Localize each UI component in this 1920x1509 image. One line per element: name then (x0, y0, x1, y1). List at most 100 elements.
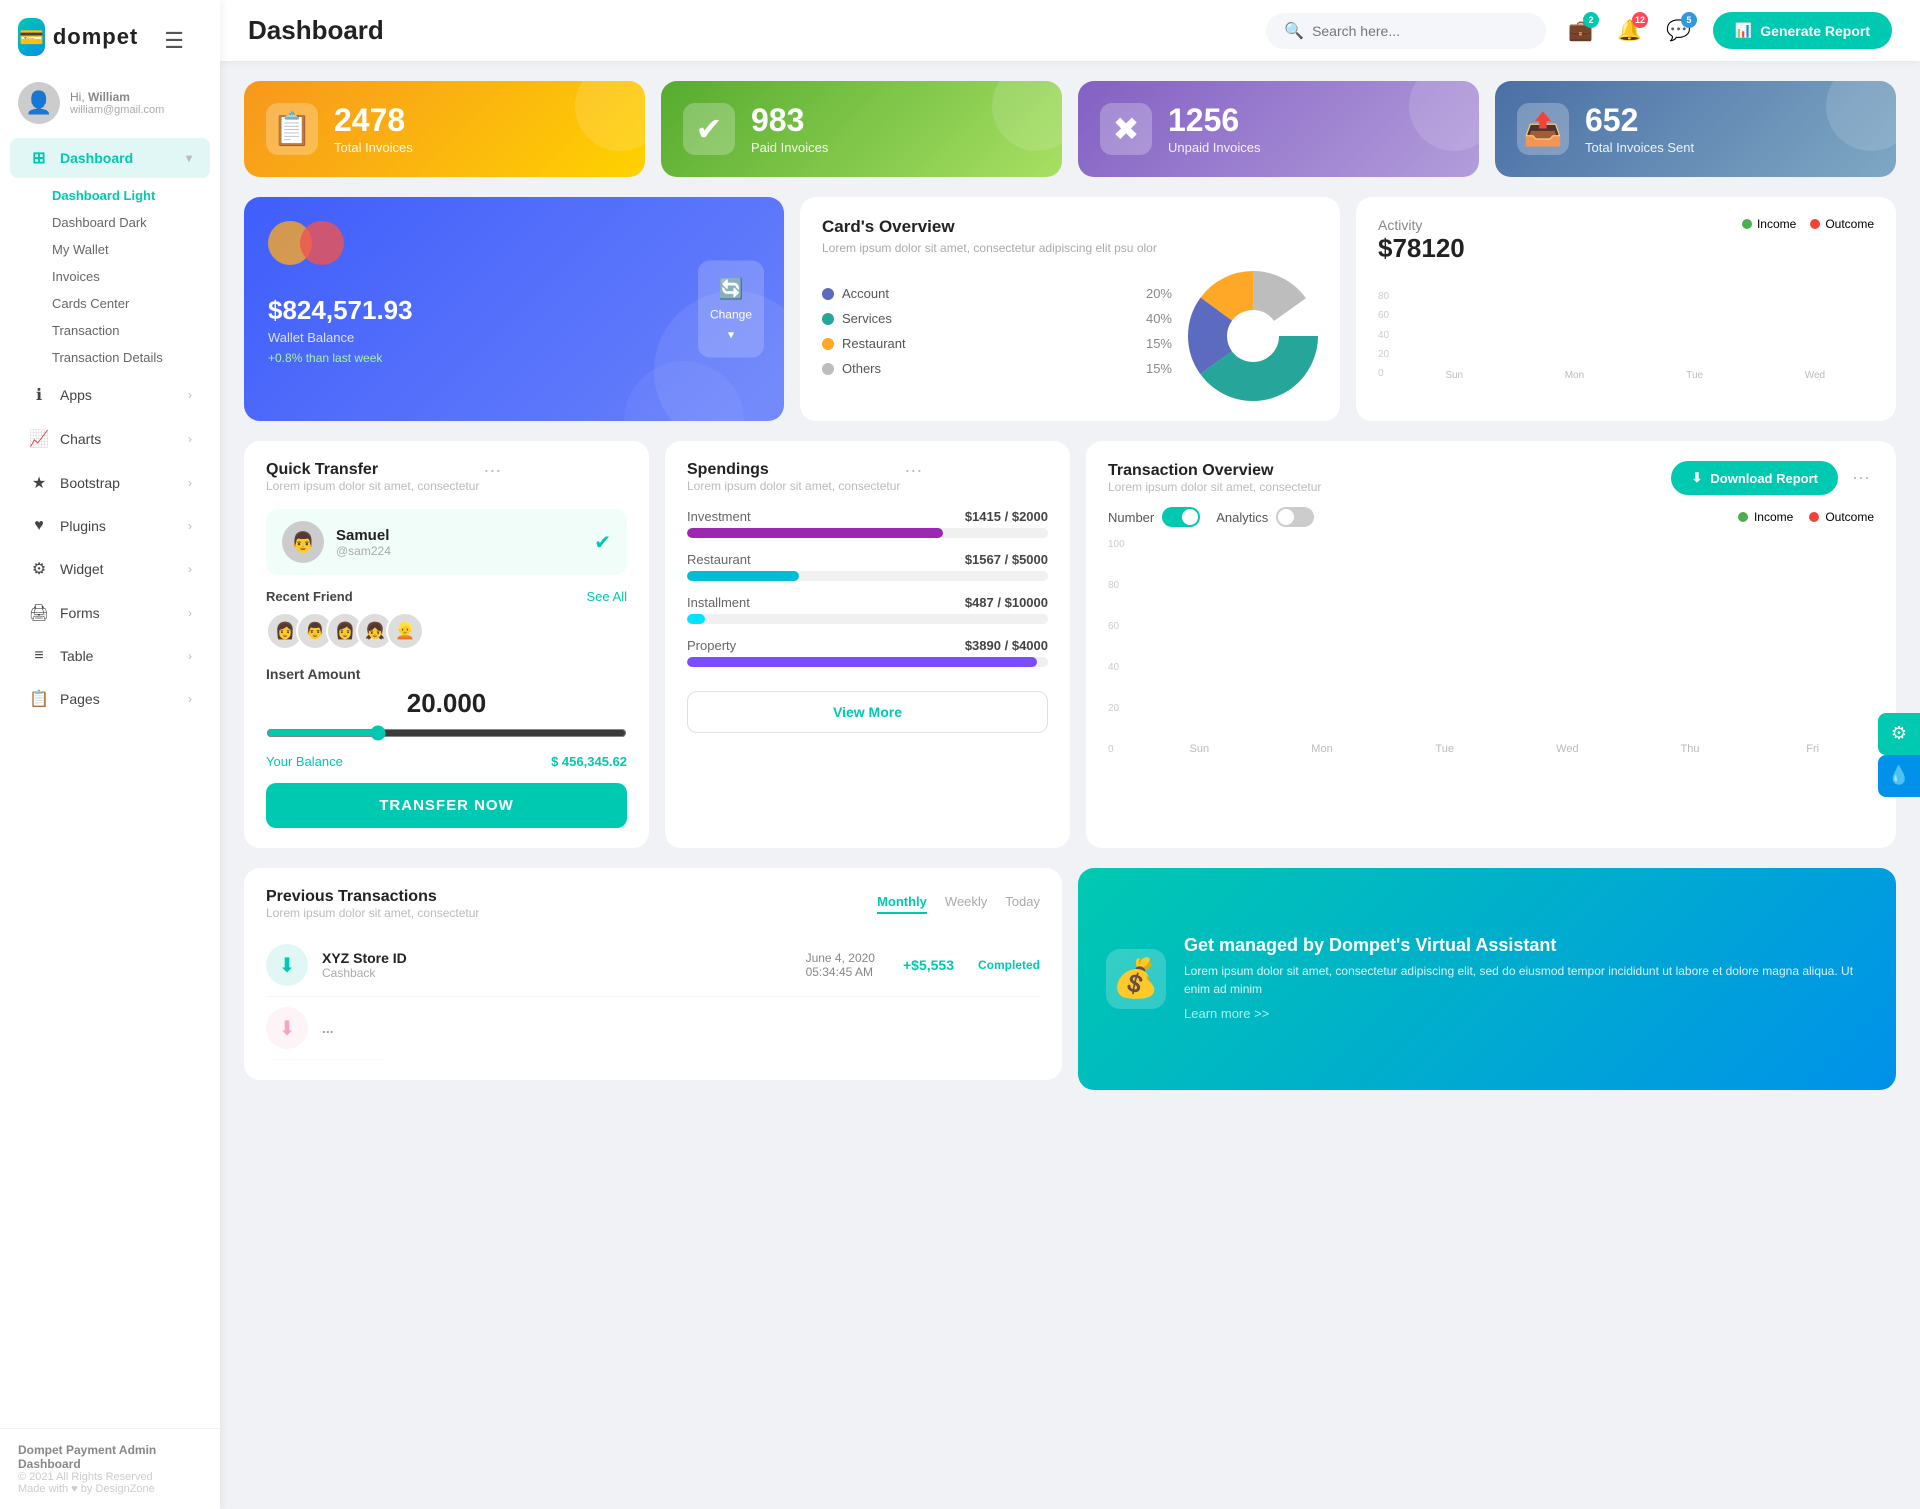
sidebar-item-cards-center[interactable]: Cards Center (42, 290, 220, 317)
chevron-right-icon: › (188, 692, 192, 706)
water-float-button[interactable]: 💧 (1878, 755, 1920, 797)
txn-item-status-xyz: Completed (978, 958, 1040, 972)
transfer-user-info: Samuel @sam224 (336, 527, 391, 558)
wallet-badge: 2 (1583, 12, 1599, 28)
stat-card-total-invoices: 📋 2478 Total Invoices (244, 81, 645, 177)
notification-icon-button[interactable]: 🔔 12 (1611, 12, 1648, 49)
sidebar-item-transaction[interactable]: Transaction (42, 317, 220, 344)
spending-bar-bg-installment (687, 614, 1048, 624)
sidebar-item-transaction-details[interactable]: Transaction Details (42, 344, 220, 371)
spending-bar-bg-restaurant (687, 571, 1048, 581)
chevron-right-icon: › (188, 562, 192, 576)
spendings-panel: Spendings Lorem ipsum dolor sit amet, co… (665, 441, 1070, 848)
download-report-button[interactable]: ⬇ Download Report (1671, 461, 1838, 495)
legend-pct-others: 15% (1146, 361, 1172, 376)
txn-item-name-2: ... (322, 1020, 334, 1036)
txn-tab-monthly[interactable]: Monthly (877, 894, 927, 914)
cards-overview-titles: Card's Overview Lorem ipsum dolor sit am… (822, 217, 1157, 269)
amount-slider[interactable] (266, 725, 627, 741)
sidebar-item-apps[interactable]: ℹ Apps › (10, 375, 210, 415)
transaction-overview-panel: Transaction Overview Lorem ipsum dolor s… (1086, 441, 1896, 848)
bootstrap-icon: ★ (28, 473, 50, 493)
virtual-assistant-panel: 💰 Get managed by Dompet's Virtual Assist… (1078, 868, 1896, 1090)
sidebar-item-my-wallet[interactable]: My Wallet (42, 236, 220, 263)
activity-title: Activity (1378, 217, 1465, 233)
big-bar-lbl-fri: Fri (1751, 743, 1874, 755)
prev-txn-header: Previous Transactions Lorem ipsum dolor … (266, 888, 1040, 920)
sidebar: 💳 dompet ☰ 👤 Hi, William william@gmail.c… (0, 0, 220, 1509)
sidebar-item-invoices[interactable]: Invoices (42, 263, 220, 290)
wallet-change-label: Change (710, 308, 752, 322)
activity-section: Activity $78120 Income Outcome (1356, 197, 1896, 421)
activity-info: Activity $78120 (1378, 217, 1465, 264)
chat-icon-button[interactable]: 💬 5 (1660, 12, 1697, 49)
sidebar-item-dashboard-dark[interactable]: Dashboard Dark (42, 209, 220, 236)
balance-label: Your Balance (266, 754, 343, 769)
stat-num-total: 2478 (334, 103, 413, 138)
spending-item-investment: Investment $1415 / $2000 (687, 509, 1048, 538)
txn-item-name-xyz: XYZ Store ID (322, 950, 407, 966)
virtual-assistant-content: Get managed by Dompet's Virtual Assistan… (1184, 935, 1868, 1023)
sidebar-item-widget[interactable]: ⚙ Widget › (10, 549, 210, 589)
toggle-number: Number (1108, 507, 1200, 527)
logo-icon: 💳 (18, 18, 45, 56)
spendings-dots-button[interactable]: ⋯ (900, 461, 926, 482)
txn-tab-weekly[interactable]: Weekly (945, 894, 987, 914)
act-dot-outcome (1810, 219, 1820, 229)
search-input[interactable] (1312, 23, 1492, 39)
search-icon: 🔍 (1284, 21, 1304, 41)
settings-float-button[interactable]: ⚙ (1878, 713, 1920, 755)
bar-chart-bars (1395, 276, 1874, 366)
generate-report-button[interactable]: 📊 Generate Report (1713, 12, 1892, 49)
sidebar-item-dashboard-light[interactable]: Dashboard Light (42, 182, 220, 209)
big-bar-lbl-sun: Sun (1138, 743, 1261, 755)
sidebar-item-dashboard[interactable]: ⊞ Dashboard ▾ (10, 138, 210, 178)
friend-avatar-5[interactable]: 👱 (386, 612, 424, 650)
toggle-number-switch[interactable] (1162, 507, 1200, 527)
wallet-change-button[interactable]: 🔄 Change ▾ (698, 261, 764, 358)
legend-pct-services: 40% (1146, 311, 1172, 326)
txn-overview-dots-button[interactable]: ⋯ (1848, 468, 1874, 489)
legend-dot-restaurant (822, 338, 834, 350)
logo-text: dompet (53, 24, 138, 50)
bottom-row: Quick Transfer Lorem ipsum dolor sit ame… (244, 441, 1896, 848)
virtual-assistant-icon: 💰 (1106, 949, 1166, 1009)
see-all-link[interactable]: See All (587, 589, 627, 604)
transfer-now-button[interactable]: TRANSFER NOW (266, 783, 627, 828)
toggle-analytics-switch[interactable] (1276, 507, 1314, 527)
toggle-number-knob (1182, 509, 1198, 525)
act-dot-income (1742, 219, 1752, 229)
widget-icon: ⚙ (28, 559, 50, 579)
txn-toggles: Number Analytics Inc (1108, 507, 1874, 527)
wallet-label: Wallet Balance (268, 330, 760, 345)
stat-card-total-sent: 📤 652 Total Invoices Sent (1495, 81, 1896, 177)
quick-transfer-dots-button[interactable]: ⋯ (479, 461, 505, 482)
hamburger-button[interactable]: ☰ (146, 20, 202, 54)
sidebar-item-bootstrap[interactable]: ★ Bootstrap › (10, 463, 210, 503)
legend-pct-restaurant: 15% (1146, 336, 1172, 351)
sidebar-item-table[interactable]: ≡ Table › (10, 637, 210, 675)
view-more-button[interactable]: View More (687, 691, 1048, 733)
txn-tab-today[interactable]: Today (1005, 894, 1040, 914)
stat-circle (575, 81, 645, 151)
transfer-user-card: 👨 Samuel @sam224 ✔ (266, 509, 627, 575)
sidebar-item-forms[interactable]: 🖨 Forms › (10, 593, 210, 633)
pie-chart (1188, 271, 1318, 401)
sidebar-item-charts[interactable]: 📈 Charts › (10, 419, 210, 459)
wallet-icon-button[interactable]: 💼 2 (1562, 12, 1599, 49)
virtual-assistant-link[interactable]: Learn more >> (1184, 1006, 1269, 1021)
legend-label-others: Others (842, 361, 881, 376)
txn-item-date-xyz: June 4, 2020 05:34:45 AM (806, 951, 875, 979)
chevron-right-icon: › (188, 388, 192, 402)
dashboard-icon: ⊞ (28, 148, 50, 168)
big-bar-lbl-wed: Wed (1506, 743, 1629, 755)
sidebar-item-pages[interactable]: 📋 Pages › (10, 679, 210, 719)
txn-overview-desc: Lorem ipsum dolor sit amet, consectetur (1108, 480, 1671, 494)
sidebar-item-plugins[interactable]: ♥ Plugins › (10, 507, 210, 545)
chevron-right-icon: › (188, 606, 192, 620)
spending-item-property: Property $3890 / $4000 (687, 638, 1048, 667)
stat-card-paid-invoices: ✔ 983 Paid Invoices (661, 81, 1062, 177)
spending-item-restaurant: Restaurant $1567 / $5000 (687, 552, 1048, 581)
spending-amount-investment: $1415 / $2000 (965, 509, 1048, 524)
footer-brand: Dompet Payment Admin Dashboard (18, 1443, 202, 1471)
